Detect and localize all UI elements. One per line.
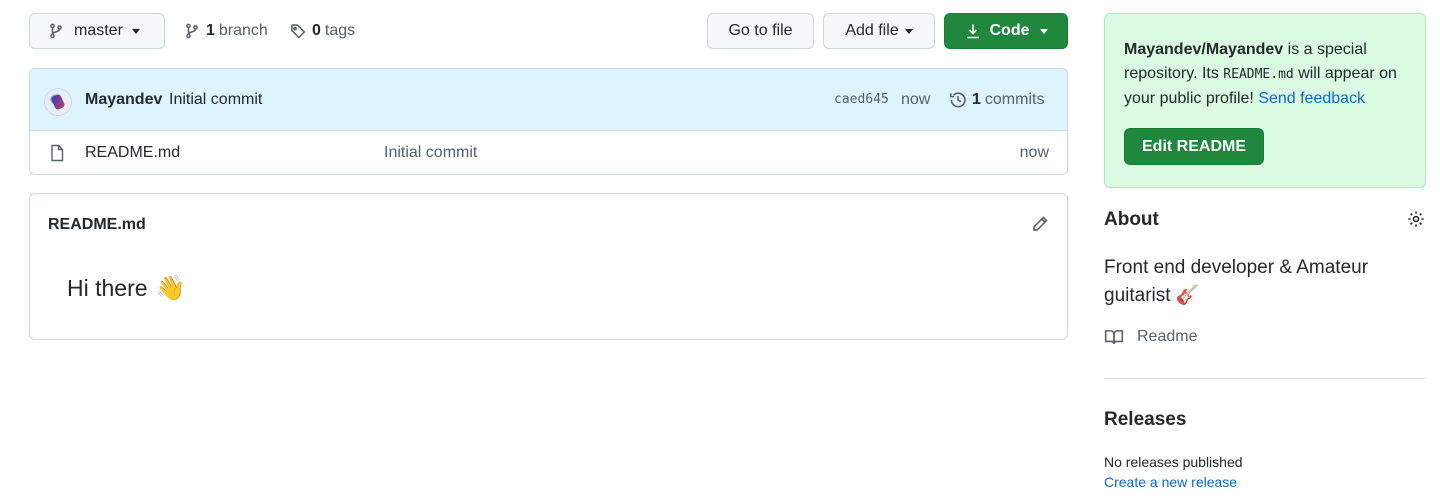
special-repo-notice: Mayandev/Mayandev is a special repositor… (1104, 13, 1426, 188)
branch-count: 1 (206, 22, 215, 39)
send-feedback-link[interactable]: Send feedback (1258, 90, 1365, 107)
readme-greeting: Hi there (67, 275, 148, 301)
create-release-link[interactable]: Create a new release (1104, 474, 1237, 490)
branches-link[interactable]: 1 branch (184, 13, 268, 49)
add-file-button[interactable]: Add file (823, 13, 935, 49)
book-icon (1104, 328, 1124, 346)
commit-sha-link[interactable]: caed645 (834, 92, 889, 107)
download-icon (965, 23, 981, 39)
commit-message-link[interactable]: Initial commit (169, 91, 262, 109)
git-branch-icon (184, 23, 200, 39)
go-to-file-label: Go to file (728, 22, 793, 39)
readme-content: Hi there 👋 (67, 274, 185, 303)
go-to-file-button[interactable]: Go to file (707, 13, 814, 49)
pencil-icon[interactable] (1031, 215, 1049, 233)
file-name-link[interactable]: README.md (85, 144, 180, 162)
history-icon (949, 91, 967, 109)
guitar-icon: 🎸 (1175, 285, 1200, 306)
readme-link-label: Readme (1137, 328, 1198, 345)
commit-count-word: commits (984, 90, 1045, 108)
about-description-text: Front end developer & Amateur guitarist (1104, 257, 1369, 306)
readme-link[interactable]: Readme (1104, 328, 1197, 346)
readme-box: README.md Hi there 👋 (29, 193, 1068, 340)
file-icon (49, 144, 65, 162)
commit-author-link[interactable]: Mayandev (85, 91, 162, 109)
tag-icon (290, 23, 306, 39)
code-label: Code (989, 22, 1030, 39)
commit-count: 1 (972, 90, 981, 108)
tag-count: 0 (312, 22, 321, 39)
special-repo-text: Mayandev/Mayandev is a special repositor… (1124, 38, 1406, 111)
tag-word: tags (324, 22, 356, 39)
git-branch-icon (48, 23, 64, 39)
add-file-label: Add file (845, 22, 899, 39)
chevron-down-icon (1039, 28, 1048, 34)
about-description: Front end developer & Amateur guitarist … (1104, 254, 1404, 310)
file-commit-message-link[interactable]: Initial commit (384, 144, 477, 162)
releases-heading[interactable]: Releases (1104, 409, 1186, 431)
code-button[interactable]: Code (944, 13, 1068, 49)
waving-hand-icon: 👋 (155, 275, 186, 302)
file-commit-time: now (1019, 144, 1049, 161)
branch-select-button[interactable]: master (29, 13, 165, 49)
commit-time: now (901, 90, 931, 108)
gear-icon[interactable] (1407, 210, 1425, 228)
commits-history-link[interactable]: 1 commits (949, 91, 1044, 109)
about-heading: About (1104, 209, 1159, 230)
branch-name: master (74, 22, 123, 39)
avatar[interactable] (44, 88, 72, 116)
no-releases-text: No releases published (1104, 454, 1243, 470)
branch-word: branch (218, 22, 268, 39)
file-list: Mayandev Initial commit caed645 now 1 co… (29, 68, 1068, 175)
table-row: README.md Initial commit now (30, 131, 1067, 174)
special-file-name: README.md (1223, 67, 1294, 82)
tags-link[interactable]: 0 tags (290, 13, 355, 49)
sidebar-divider (1104, 378, 1426, 379)
special-repo-name: Mayandev/Mayandev (1124, 41, 1284, 58)
chevron-down-icon (904, 28, 913, 34)
latest-commit-row: Mayandev Initial commit caed645 now 1 co… (30, 69, 1067, 131)
repo-toolbar: master 1 branch 0 tags Go to file Add fi… (29, 13, 1068, 49)
chevron-down-icon (131, 28, 140, 34)
readme-title-link[interactable]: README.md (48, 216, 146, 234)
edit-readme-button[interactable]: Edit README (1124, 128, 1264, 165)
